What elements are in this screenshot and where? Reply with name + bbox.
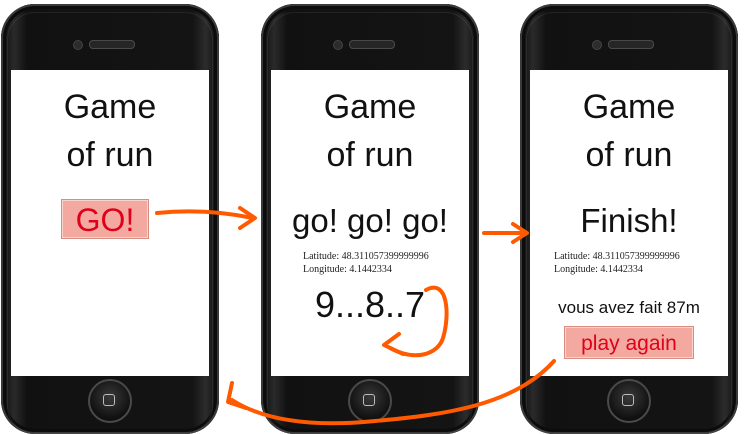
arrow-go-to-running <box>155 209 255 220</box>
flow-arrows-overlay <box>155 206 556 426</box>
arrow-countdown-loop <box>388 285 449 358</box>
arrow-countdown-loop-head <box>382 332 405 356</box>
arrow-play-again-return <box>230 359 556 426</box>
